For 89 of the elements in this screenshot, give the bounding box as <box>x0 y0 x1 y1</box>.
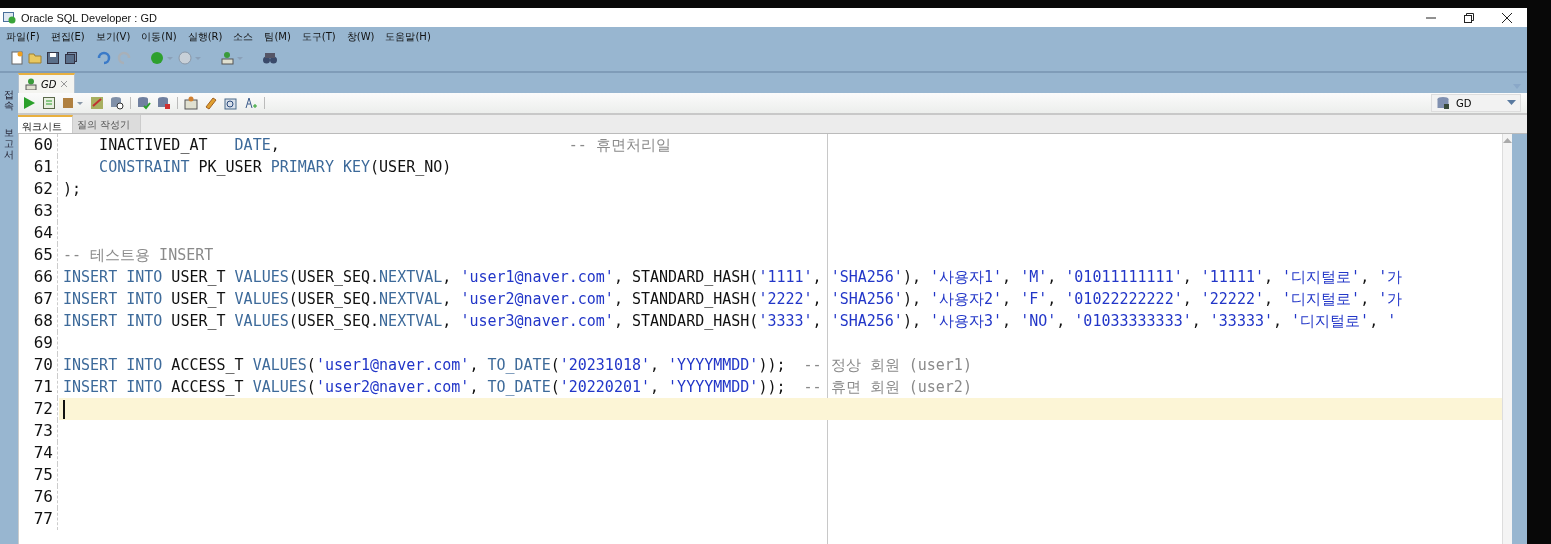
editor-line[interactable]: 63 <box>19 200 1502 222</box>
editor-line[interactable]: 61 CONSTRAINT PK_USER PRIMARY KEY(USER_NO) <box>19 156 1502 178</box>
window-title: Oracle SQL Developer : GD <box>21 11 157 24</box>
side-panel-tab[interactable]: 접속 <box>4 89 14 111</box>
worksheet-tab[interactable]: 질의 작성기 <box>73 115 142 133</box>
menu-item[interactable]: 보기(V) <box>95 30 131 44</box>
code-editor[interactable] <box>18 134 1512 544</box>
app-icon <box>3 11 16 24</box>
script-icon[interactable] <box>42 96 56 110</box>
editor-line[interactable]: 70 INSERT INTO ACCESS_T VALUES('user1@naver.com', TO_DATE('20231018', 'YYYYMMDD')); -- 정상 회원 (user1) <box>19 354 1502 376</box>
editor-line[interactable]: 60 INACTIVED_AT DATE, -- 휴면처리일 <box>19 134 1502 156</box>
editor-line[interactable]: 73 <box>19 420 1502 442</box>
history-icon[interactable] <box>224 96 238 110</box>
code-line: CONSTRAINT PK_USER PRIMARY KEY(USER_NO) <box>98 158 452 176</box>
line-number: 60 <box>19 134 58 156</box>
code-line: INSERT INTO USER_T VALUES(USER_SEQ.NEXTVAL, 'user2@naver.com', STANDARD_HASH('2222', 'SHA256'), '사용자2', 'F', '01022222222', '22222', '디지털로', '가 <box>63 289 1403 309</box>
document-tab[interactable]: GD <box>18 73 76 93</box>
vertical-scrollbar[interactable] <box>1502 134 1512 544</box>
line-number: 61 <box>19 156 58 178</box>
code-line: -- 테스트용 INSERT <box>63 245 214 265</box>
format-icon[interactable] <box>244 96 258 110</box>
line-number: 72 <box>19 398 58 420</box>
menu-item[interactable]: 파일(F) <box>6 30 40 44</box>
editor-line[interactable]: 68 INSERT INTO USER_T VALUES(USER_SEQ.NEXTVAL, 'user3@naver.com', STANDARD_HASH('3333', 'SHA256'), '사용자3', 'NO', '01033333333', '33333', '디지털로', ' <box>19 310 1502 332</box>
run-icon[interactable] <box>22 96 36 110</box>
editor-line[interactable]: 75 <box>19 464 1502 486</box>
database-icon <box>1436 96 1450 110</box>
menu-item[interactable]: 소스 <box>233 30 254 44</box>
line-number: 71 <box>19 376 58 398</box>
close-icon[interactable] <box>1501 11 1513 24</box>
code-line: INACTIVED_AT DATE, -- 휴면처리일 <box>98 135 671 155</box>
restore-icon[interactable] <box>1463 11 1475 24</box>
line-number: 76 <box>19 486 58 508</box>
line-number: 73 <box>19 420 58 442</box>
code-line: INSERT INTO USER_T VALUES(USER_SEQ.NEXTVAL, 'user1@naver.com', STANDARD_HASH('1111', 'SHA256'), '사용자1', 'M', '01011111111', '11111', '디지털로', '가 <box>63 267 1403 287</box>
menu-item[interactable]: 실행(R) <box>187 30 223 44</box>
code-line: INSERT INTO ACCESS_T VALUES('user2@naver.com', TO_DATE('20220201', 'YYYYMMDD')); -- 휴면 회원 (user2) <box>63 377 972 397</box>
line-number: 65 <box>19 244 58 266</box>
line-number: 69 <box>19 332 58 354</box>
editor-line[interactable]: 65 -- 테스트용 INSERT <box>19 244 1502 266</box>
editor-line[interactable]: 77 <box>19 508 1502 530</box>
editor-line[interactable]: 76 <box>19 486 1502 508</box>
database-user-icon[interactable] <box>220 51 244 65</box>
menu-item[interactable]: 팀(M) <box>264 30 291 44</box>
side-panel-tab[interactable]: 보고서 <box>4 127 14 160</box>
explain-icon[interactable] <box>90 96 104 110</box>
scroll-up-icon[interactable] <box>1503 137 1512 143</box>
commit-icon[interactable] <box>62 96 84 110</box>
database-user-icon <box>25 78 37 90</box>
line-number: 67 <box>19 288 58 310</box>
forward-icon[interactable] <box>178 51 202 65</box>
code-line: ); <box>63 180 82 198</box>
line-number: 75 <box>19 464 58 486</box>
editor-line[interactable]: 67 INSERT INTO USER_T VALUES(USER_SEQ.NEXTVAL, 'user2@naver.com', STANDARD_HASH('2222', 'SHA256'), '사용자2', 'F', '01022222222', '22222', '디지털로', '가 <box>19 288 1502 310</box>
monitor-icon[interactable] <box>184 96 198 110</box>
line-number: 74 <box>19 442 58 464</box>
database-search-icon[interactable] <box>110 96 124 110</box>
undo-icon[interactable] <box>96 51 112 65</box>
new-file-icon[interactable] <box>10 51 24 65</box>
text-cursor <box>63 399 65 419</box>
menu-item[interactable]: 편집(E) <box>50 30 85 44</box>
database-check-icon[interactable] <box>137 96 151 110</box>
code-line: INSERT INTO USER_T VALUES(USER_SEQ.NEXTVAL, 'user3@naver.com', STANDARD_HASH('3333', 'SHA256'), '사용자3', 'NO', '01033333333', '33333', '디지털로', ' <box>63 311 1397 331</box>
database-rollback-icon[interactable] <box>157 96 171 110</box>
editor-line[interactable]: 62 ); <box>19 178 1502 200</box>
save-all-icon[interactable] <box>64 51 78 65</box>
line-number: 66 <box>19 266 58 288</box>
editor-line[interactable]: 66 INSERT INTO USER_T VALUES(USER_SEQ.NEXTVAL, 'user1@naver.com', STANDARD_HASH('1111', 'SHA256'), '사용자1', 'M', '01011111111', '11111', '디지털로', '가 <box>19 266 1502 288</box>
editor-line[interactable]: 74 <box>19 442 1502 464</box>
eraser-icon[interactable] <box>204 96 218 110</box>
editor-line[interactable]: 64 <box>19 222 1502 244</box>
line-number: 70 <box>19 354 58 376</box>
line-number: 77 <box>19 508 58 530</box>
line-number: 68 <box>19 310 58 332</box>
line-number: 63 <box>19 200 58 222</box>
connection-select[interactable]: GD <box>1431 94 1521 112</box>
caret-icon <box>1507 100 1516 106</box>
menu-item[interactable]: 이동(N) <box>141 30 177 44</box>
menu-item[interactable]: 도구(T) <box>301 30 336 44</box>
line-number: 64 <box>19 222 58 244</box>
menu-item[interactable]: 창(W) <box>346 30 375 44</box>
save-icon[interactable] <box>46 51 60 65</box>
line-number: 62 <box>19 178 58 200</box>
worksheet-tab[interactable]: 워크시트 <box>18 115 73 133</box>
binoculars-icon[interactable] <box>262 51 278 65</box>
menu-item[interactable]: 도움말(H) <box>385 30 431 44</box>
editor-line[interactable]: 69 <box>19 332 1502 354</box>
code-line: INSERT INTO ACCESS_T VALUES('user1@naver.com', TO_DATE('20231018', 'YYYYMMDD')); -- 정상 회원 (user1) <box>63 355 972 375</box>
editor-line[interactable]: 71 INSERT INTO ACCESS_T VALUES('user2@naver.com', TO_DATE('20220201', 'YYYYMMDD')); -- 휴면 회원 (user2) <box>19 376 1502 398</box>
